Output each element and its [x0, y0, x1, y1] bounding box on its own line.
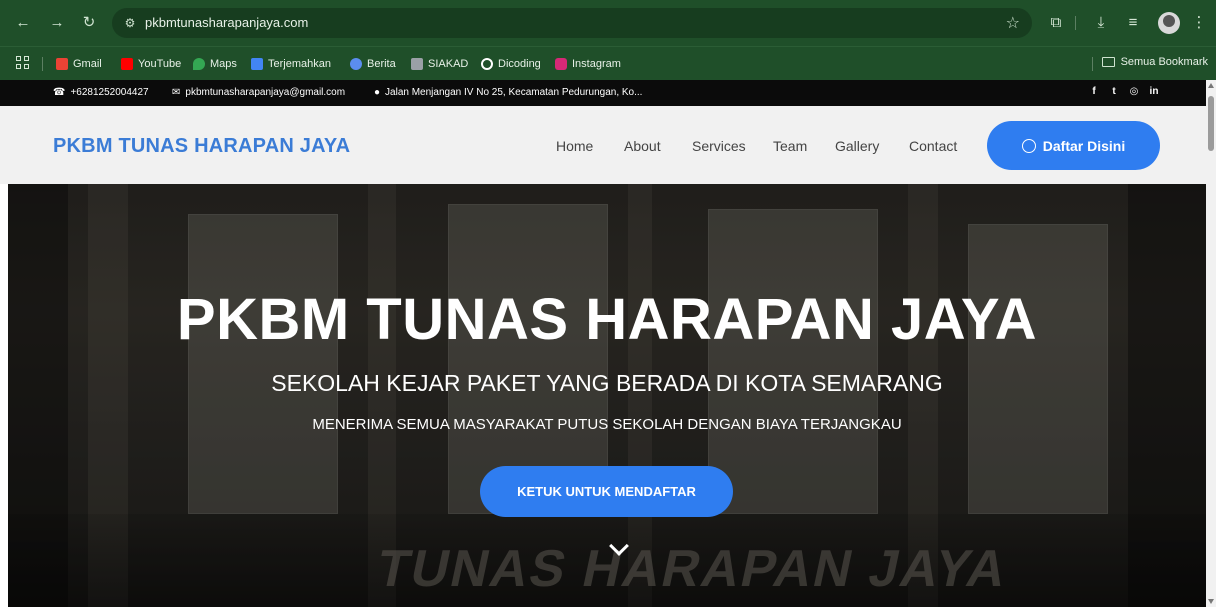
- bookmark-berita[interactable]: Berita: [350, 56, 396, 72]
- toolbar-divider: [1075, 16, 1076, 30]
- download-icon[interactable]: ⤓: [1090, 12, 1112, 34]
- nav-home[interactable]: Home: [556, 138, 593, 154]
- bookmarks-divider: [42, 57, 43, 71]
- bookmark-label: Terjemahkan: [268, 58, 331, 70]
- bookmark-siakad[interactable]: SIAKAD: [411, 56, 468, 72]
- phone-icon: ☎: [53, 87, 66, 98]
- instagram-icon: [555, 58, 567, 70]
- register-button[interactable]: KETUK UNTUK MENDAFTAR: [480, 466, 733, 517]
- email-item[interactable]: ✉ pkbmtunasharapanjaya@gmail.com: [172, 87, 345, 98]
- bookmark-label: SIAKAD: [428, 58, 469, 70]
- maps-icon: [193, 58, 205, 70]
- site-logo[interactable]: PKBM TUNAS HARAPAN JAYA: [53, 135, 350, 158]
- browser-toolbar: ← → ↻ ⚙ pkbmtunasharapanjaya.com ☆ ⧉ ⤓ ≡…: [0, 0, 1216, 46]
- news-icon: [350, 58, 362, 70]
- whatsapp-icon: [1021, 138, 1036, 153]
- web-page: ☎ +6281252004427 ✉ pkbmtunasharapanjaya@…: [0, 80, 1216, 607]
- location-icon: ●: [374, 87, 381, 98]
- profile-avatar[interactable]: [1158, 12, 1180, 34]
- dicoding-icon: [481, 58, 493, 70]
- site-header: PKBM TUNAS HARAPAN JAYA Home About Servi…: [0, 106, 1206, 184]
- all-bookmarks[interactable]: Semua Bookmark: [1101, 56, 1208, 68]
- linkedin-icon[interactable]: in: [1148, 86, 1160, 98]
- bookmark-label: YouTube: [138, 58, 182, 70]
- forward-icon[interactable]: →: [46, 12, 68, 34]
- facebook-icon[interactable]: f: [1088, 86, 1100, 98]
- address-text: Jalan Menjangan IV No 25, Kecamatan Pedu…: [385, 87, 643, 98]
- folder-icon: [1101, 57, 1115, 67]
- twitter-icon[interactable]: t: [1108, 86, 1120, 98]
- page-scrollbar[interactable]: [1206, 80, 1216, 607]
- youtube-icon: [121, 58, 133, 70]
- scroll-up-icon[interactable]: [1208, 83, 1214, 88]
- reload-icon[interactable]: ↻: [78, 12, 100, 34]
- bookmark-instagram[interactable]: Instagram: [555, 56, 621, 72]
- bookmark-dicoding[interactable]: Dicoding: [481, 56, 541, 72]
- address-bar[interactable]: ⚙ pkbmtunasharapanjaya.com ☆: [112, 8, 1032, 38]
- menu-icon[interactable]: ⋮: [1188, 12, 1210, 34]
- bookmark-label: Instagram: [572, 58, 621, 70]
- hero-section: TUNAS HARAPAN JAYA PKBM TUNAS HARAPAN JA…: [8, 184, 1206, 607]
- nav-services[interactable]: Services: [692, 138, 746, 154]
- nav-contact[interactable]: Contact: [909, 138, 957, 154]
- bookmark-star-icon[interactable]: ☆: [1006, 13, 1020, 33]
- apps-grid-icon[interactable]: [16, 56, 30, 70]
- gmail-icon: [56, 58, 68, 70]
- nav-team[interactable]: Team: [773, 138, 807, 154]
- url-text[interactable]: pkbmtunasharapanjaya.com: [145, 15, 308, 30]
- scrollbar-thumb[interactable]: [1208, 96, 1214, 151]
- all-bookmarks-label: Semua Bookmark: [1120, 56, 1208, 68]
- hero-subtitle-secondary: MENERIMA SEMUA MASYARAKAT PUTUS SEKOLAH …: [312, 416, 902, 433]
- email-text: pkbmtunasharapanjaya@gmail.com: [185, 87, 346, 98]
- bookmark-gmail[interactable]: Gmail: [56, 56, 102, 72]
- extensions-icon[interactable]: ⧉: [1045, 12, 1067, 34]
- bookmark-label: Berita: [367, 58, 396, 70]
- siakad-icon: [411, 58, 423, 70]
- translate-icon: [251, 58, 263, 70]
- hero-subtitle: SEKOLAH KEJAR PAKET YANG BERADA DI KOTA …: [271, 370, 943, 396]
- bookmark-label: Dicoding: [498, 58, 541, 70]
- daftar-label: Daftar Disini: [1042, 137, 1126, 154]
- bookmarks-divider: [1092, 57, 1093, 71]
- bookmark-youtube[interactable]: YouTube: [121, 56, 181, 72]
- site-info-icon[interactable]: ⚙: [122, 15, 138, 31]
- hero-title: PKBM TUNAS HARAPAN JAYA: [176, 287, 1038, 352]
- bookmark-label: Gmail: [73, 58, 102, 70]
- nav-gallery[interactable]: Gallery: [835, 138, 879, 154]
- contact-topbar: ☎ +6281252004427 ✉ pkbmtunasharapanjaya@…: [0, 80, 1206, 106]
- address-item: ● Jalan Menjangan IV No 25, Kecamatan Pe…: [374, 87, 642, 98]
- bookmark-translate[interactable]: Terjemahkan: [251, 56, 331, 72]
- bookmark-label: Maps: [210, 58, 237, 70]
- instagram-icon[interactable]: ◎: [1128, 86, 1140, 98]
- phone-text: +6281252004427: [70, 87, 149, 98]
- media-queue-icon[interactable]: ≡: [1122, 12, 1144, 34]
- phone-item[interactable]: ☎ +6281252004427: [53, 87, 149, 98]
- back-icon[interactable]: ←: [12, 12, 34, 34]
- bookmarks-bar: Gmail YouTube Maps Terjemahkan Berita SI…: [0, 46, 1216, 80]
- mail-icon: ✉: [172, 87, 181, 98]
- nav-about[interactable]: About: [624, 138, 661, 154]
- daftar-button[interactable]: Daftar Disini: [987, 121, 1160, 170]
- scroll-down-icon[interactable]: [1208, 599, 1214, 604]
- bookmark-maps[interactable]: Maps: [193, 56, 237, 72]
